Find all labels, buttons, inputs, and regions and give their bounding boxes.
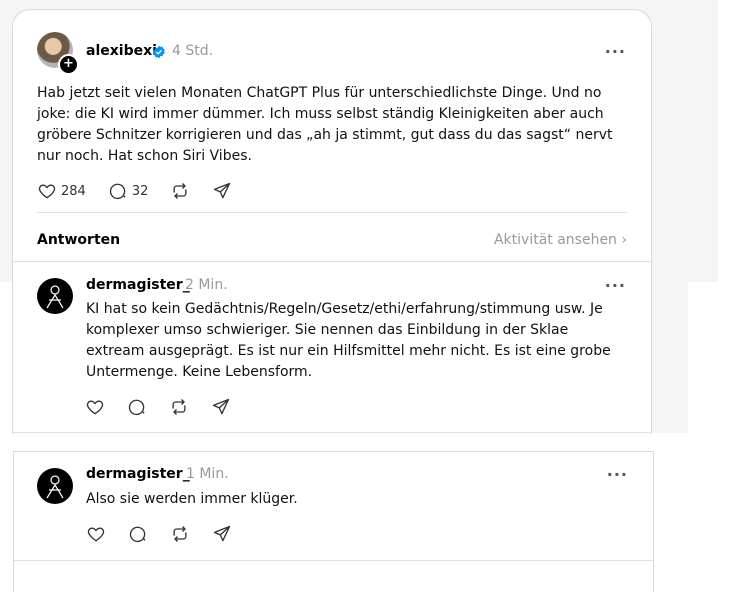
repost-icon — [172, 399, 186, 415]
comment-icon — [129, 526, 146, 543]
post-actions: 284 32 — [37, 181, 254, 201]
share-button[interactable] — [212, 524, 232, 544]
heart-icon — [38, 184, 56, 199]
share-button[interactable] — [211, 397, 231, 417]
send-icon — [212, 398, 230, 415]
send-icon — [213, 525, 231, 542]
like-button[interactable] — [85, 397, 105, 417]
avatar[interactable] — [37, 278, 73, 314]
background-panel-right — [652, 282, 688, 433]
send-icon — [214, 182, 231, 199]
reply-actions — [85, 397, 253, 417]
reply-text: KI hat so kein Gedächtnis/Regeln/Gesetz/… — [86, 301, 611, 380]
comment-icon — [109, 183, 126, 200]
chevron-right-icon: › — [621, 232, 627, 248]
divider — [14, 560, 653, 561]
reply-card: dermagister_ 1 Min. ··· Also sie werden … — [13, 451, 654, 592]
post-time: 4 Std. — [172, 43, 214, 59]
view-activity-label: Aktivität ansehen — [493, 232, 617, 248]
divider — [37, 212, 627, 213]
avatar[interactable] — [37, 468, 73, 504]
like-button[interactable]: 284 — [37, 181, 86, 201]
share-button[interactable] — [212, 181, 232, 201]
more-options-icon[interactable]: ··· — [605, 42, 626, 61]
divider — [13, 261, 651, 262]
repost-icon — [173, 526, 187, 542]
reply-button[interactable]: 32 — [108, 181, 149, 201]
reply-button[interactable] — [128, 524, 148, 544]
follow-plus-icon[interactable]: + — [58, 54, 79, 75]
reply-time: 2 Min. — [185, 277, 228, 293]
like-button[interactable] — [86, 524, 106, 544]
post-text: Hab jetzt seit vielen Monaten ChatGPT Pl… — [37, 85, 613, 164]
reply-count: 32 — [131, 183, 149, 199]
repost-button[interactable] — [170, 524, 190, 544]
more-options-icon[interactable]: ··· — [605, 276, 626, 295]
repost-icon — [173, 183, 187, 199]
avatar-figure-icon — [46, 285, 64, 309]
reply-button[interactable] — [127, 397, 147, 417]
like-count: 284 — [61, 183, 86, 199]
more-options-icon[interactable]: ··· — [607, 465, 628, 484]
comment-icon — [128, 399, 145, 416]
reply-username[interactable]: dermagister_ — [86, 277, 190, 293]
verified-badge-icon — [153, 45, 165, 59]
reply-actions — [86, 524, 254, 544]
avatar-figure-icon — [46, 475, 64, 499]
thread-card: + alexibexi 4 Std. ··· Hab jetzt seit vi… — [12, 9, 652, 434]
repost-button[interactable] — [169, 397, 189, 417]
post-username[interactable]: alexibexi — [86, 43, 157, 59]
replies-header-label[interactable]: Antworten — [37, 232, 120, 248]
repost-button[interactable] — [170, 181, 190, 201]
heart-icon — [87, 527, 105, 542]
view-activity-link[interactable]: Aktivität ansehen › — [494, 232, 627, 248]
reply-username[interactable]: dermagister_ — [86, 466, 190, 482]
reply-time: 1 Min. — [186, 466, 229, 482]
reply-text: Also sie werden immer klüger. — [86, 491, 298, 507]
divider — [12, 432, 652, 433]
heart-icon — [86, 400, 104, 415]
